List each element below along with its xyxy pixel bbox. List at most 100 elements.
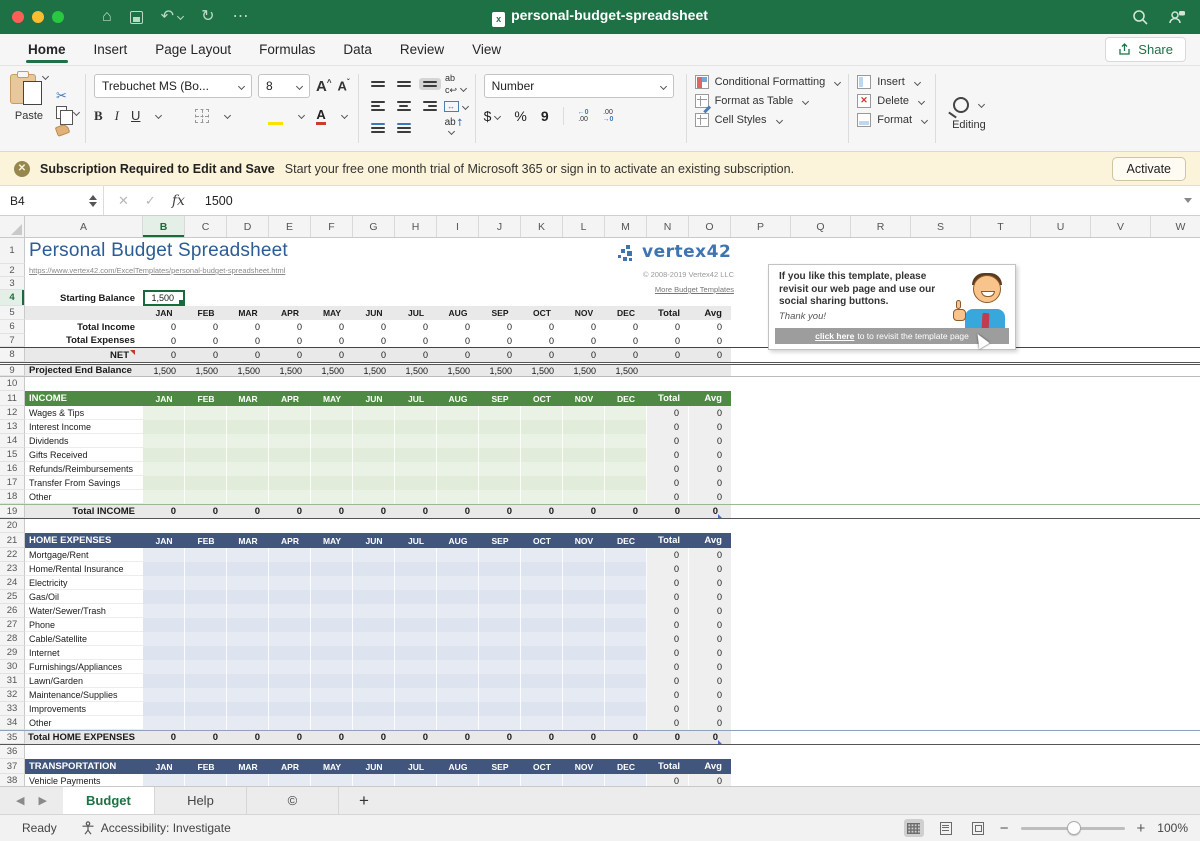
col-header-J[interactable]: J bbox=[479, 216, 521, 237]
item-month-cell[interactable] bbox=[185, 604, 227, 618]
section-grand-avg[interactable]: 0 bbox=[689, 505, 731, 518]
section-total-header[interactable]: Total bbox=[647, 533, 689, 548]
zoom-slider[interactable] bbox=[1021, 827, 1125, 830]
summary-value[interactable]: 0 bbox=[185, 348, 227, 362]
cell[interactable] bbox=[689, 365, 731, 376]
item-month-cell[interactable] bbox=[227, 646, 269, 660]
col-header-N[interactable]: N bbox=[647, 216, 689, 237]
summary-value[interactable]: 0 bbox=[563, 334, 605, 347]
item-total[interactable]: 0 bbox=[647, 420, 689, 434]
row-header-34[interactable]: 34 bbox=[0, 716, 25, 730]
item-total[interactable]: 0 bbox=[647, 448, 689, 462]
item-month-cell[interactable] bbox=[185, 702, 227, 716]
section-month-header[interactable]: MAY bbox=[311, 391, 353, 406]
item-month-cell[interactable] bbox=[437, 774, 479, 786]
item-month-cell[interactable] bbox=[227, 702, 269, 716]
section-month-header[interactable]: AUG bbox=[437, 391, 479, 406]
align-left-button[interactable] bbox=[371, 101, 385, 111]
ribbon-tab-review[interactable]: Review bbox=[386, 34, 458, 65]
empty-canvas[interactable] bbox=[731, 646, 1200, 660]
col-header-P[interactable]: P bbox=[731, 216, 791, 237]
item-month-cell[interactable] bbox=[395, 632, 437, 646]
col-header-D[interactable]: D bbox=[227, 216, 269, 237]
item-month-cell[interactable] bbox=[605, 576, 647, 590]
section-avg-header[interactable]: Avg bbox=[689, 391, 731, 406]
item-total[interactable]: 0 bbox=[647, 660, 689, 674]
item-month-cell[interactable] bbox=[185, 674, 227, 688]
empty-canvas[interactable] bbox=[731, 688, 1200, 702]
summary-value[interactable]: 0 bbox=[395, 320, 437, 334]
row-header-18[interactable]: 18 bbox=[0, 490, 25, 504]
item-month-cell[interactable] bbox=[143, 604, 185, 618]
row-header-30[interactable]: 30 bbox=[0, 660, 25, 674]
section-total-value[interactable]: 0 bbox=[521, 731, 563, 744]
item-month-cell[interactable] bbox=[479, 420, 521, 434]
row-header-2[interactable]: 2 bbox=[0, 264, 25, 277]
item-month-cell[interactable] bbox=[353, 462, 395, 476]
page-layout-view-button[interactable] bbox=[936, 819, 956, 837]
section-month-header[interactable]: SEP bbox=[479, 533, 521, 548]
projected-value[interactable]: 1,500 bbox=[521, 365, 563, 376]
item-month-cell[interactable] bbox=[395, 688, 437, 702]
fill-color-button[interactable] bbox=[268, 110, 283, 121]
item-month-cell[interactable] bbox=[521, 462, 563, 476]
summary-value[interactable]: 0 bbox=[353, 320, 395, 334]
section-month-header[interactable]: DEC bbox=[605, 759, 647, 774]
empty-canvas[interactable] bbox=[731, 548, 1200, 562]
summary-value[interactable]: 0 bbox=[521, 334, 563, 347]
month-header[interactable]: FEB bbox=[185, 306, 227, 320]
item-month-cell[interactable] bbox=[563, 490, 605, 504]
item-month-cell[interactable] bbox=[521, 590, 563, 604]
col-header-C[interactable]: C bbox=[185, 216, 227, 237]
empty-canvas[interactable] bbox=[731, 348, 1200, 362]
item-month-cell[interactable] bbox=[605, 448, 647, 462]
section-header-home-expenses[interactable]: HOME EXPENSES bbox=[25, 533, 143, 548]
item-month-cell[interactable] bbox=[353, 774, 395, 786]
cell[interactable] bbox=[25, 306, 143, 320]
item-month-cell[interactable] bbox=[185, 490, 227, 504]
minimize-window-button[interactable] bbox=[32, 11, 44, 23]
item-month-cell[interactable] bbox=[605, 590, 647, 604]
cut-button[interactable]: ✂ bbox=[56, 88, 79, 104]
item-label[interactable]: Internet bbox=[25, 646, 143, 660]
item-month-cell[interactable] bbox=[521, 716, 563, 730]
item-month-cell[interactable] bbox=[353, 448, 395, 462]
item-month-cell[interactable] bbox=[311, 562, 353, 576]
summary-value[interactable]: 0 bbox=[521, 320, 563, 334]
item-month-cell[interactable] bbox=[143, 548, 185, 562]
item-month-cell[interactable] bbox=[185, 774, 227, 786]
font-size-select[interactable]: 8 bbox=[258, 74, 310, 98]
item-month-cell[interactable] bbox=[521, 774, 563, 786]
item-month-cell[interactable] bbox=[269, 604, 311, 618]
item-month-cell[interactable] bbox=[269, 476, 311, 490]
item-month-cell[interactable] bbox=[479, 548, 521, 562]
increase-font-button[interactable]: A^ bbox=[316, 78, 332, 95]
month-header[interactable]: AUG bbox=[437, 306, 479, 320]
item-month-cell[interactable] bbox=[521, 448, 563, 462]
item-total[interactable]: 0 bbox=[647, 562, 689, 576]
item-month-cell[interactable] bbox=[185, 688, 227, 702]
item-month-cell[interactable] bbox=[563, 462, 605, 476]
section-total-header[interactable]: Total bbox=[647, 391, 689, 406]
item-month-cell[interactable] bbox=[521, 434, 563, 448]
section-month-header[interactable]: FEB bbox=[185, 759, 227, 774]
item-month-cell[interactable] bbox=[227, 576, 269, 590]
section-month-header[interactable]: FEB bbox=[185, 533, 227, 548]
item-month-cell[interactable] bbox=[563, 406, 605, 420]
section-month-header[interactable]: MAR bbox=[227, 391, 269, 406]
section-total-value[interactable]: 0 bbox=[227, 731, 269, 744]
item-total[interactable]: 0 bbox=[647, 576, 689, 590]
item-month-cell[interactable] bbox=[143, 562, 185, 576]
item-month-cell[interactable] bbox=[185, 420, 227, 434]
format-cells-button[interactable]: Format bbox=[857, 113, 927, 127]
item-month-cell[interactable] bbox=[521, 476, 563, 490]
orientation-button[interactable]: ab➚ bbox=[445, 117, 467, 139]
empty-canvas[interactable] bbox=[731, 731, 1200, 744]
row-header-5[interactable]: 5 bbox=[0, 306, 25, 320]
item-month-cell[interactable] bbox=[563, 604, 605, 618]
sheet-tab-[interactable]: © bbox=[247, 787, 339, 814]
row-header-36[interactable]: 36 bbox=[0, 745, 25, 759]
col-header-A[interactable]: A bbox=[25, 216, 143, 237]
row-header-13[interactable]: 13 bbox=[0, 420, 25, 434]
row-header-35[interactable]: 35 bbox=[0, 731, 25, 744]
